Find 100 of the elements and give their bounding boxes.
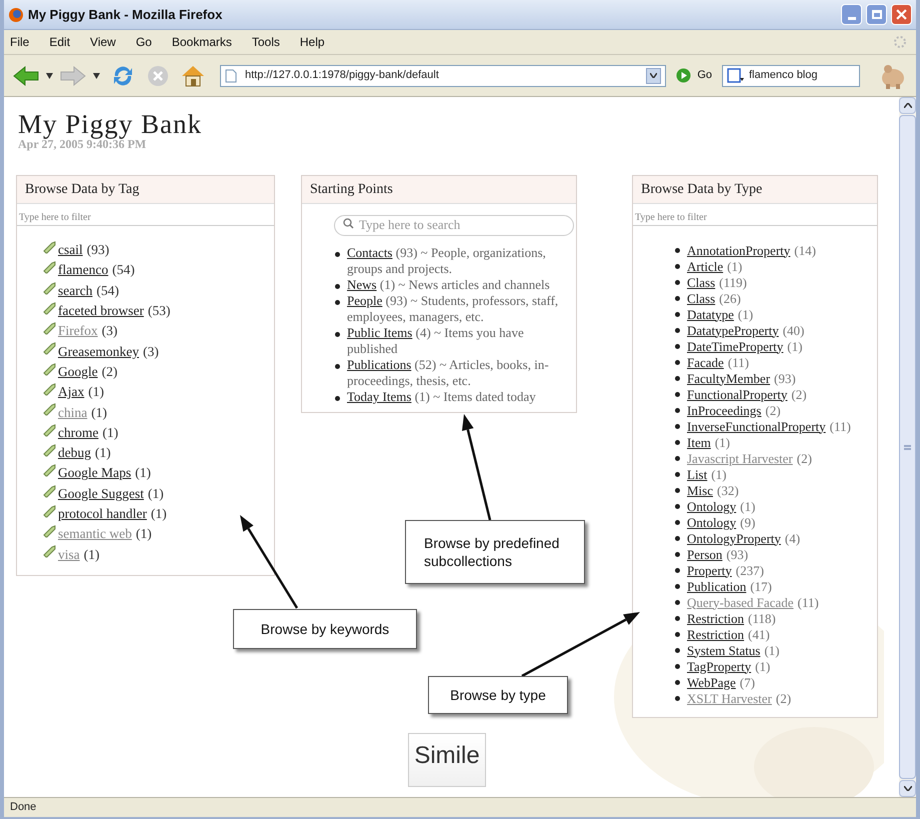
tag-icon [43, 302, 57, 315]
tag-icon [43, 342, 57, 356]
dropdown-caret-icon[interactable] [93, 72, 100, 78]
link[interactable]: Person [687, 546, 722, 562]
back-arrow-icon[interactable] [12, 64, 40, 86]
minimize-button[interactable] [841, 4, 862, 25]
link[interactable]: Ontology [687, 514, 736, 530]
menu-item[interactable]: View [88, 33, 118, 51]
menu-item[interactable]: Edit [47, 33, 72, 51]
link[interactable]: Class [687, 290, 716, 306]
count: (11) [728, 354, 749, 370]
link[interactable]: Misc [687, 482, 713, 498]
tag-icon [43, 525, 57, 538]
menu-item[interactable]: Bookmarks [170, 33, 234, 51]
page-icon [225, 68, 237, 82]
link[interactable]: Javascript Harvester [687, 450, 793, 466]
bullet-icon [675, 616, 680, 620]
bullet-icon [335, 364, 340, 369]
link[interactable]: Google Suggest [58, 484, 144, 503]
simile-logo: Simile [408, 733, 486, 787]
link[interactable]: AnnotationProperty [687, 242, 790, 258]
maximize-button[interactable] [866, 4, 887, 25]
link[interactable]: Greasemonkey [58, 342, 139, 361]
count: (237) [736, 562, 764, 578]
filter-field[interactable]: Type here to filter [633, 210, 877, 226]
link[interactable]: csail [58, 241, 83, 260]
tag-icon [43, 484, 57, 498]
link[interactable]: Google [58, 362, 98, 381]
link[interactable]: Ajax [58, 383, 84, 402]
bullet-icon [675, 456, 680, 460]
link[interactable]: Google Maps [58, 464, 132, 482]
maximize-icon [872, 10, 882, 19]
scroll-up-button[interactable] [899, 97, 916, 114]
link[interactable]: DateTimeProperty [687, 338, 784, 354]
link[interactable]: semantic web [58, 525, 132, 544]
count: (1) [88, 383, 104, 402]
link[interactable]: People [347, 293, 382, 308]
starting-point-text: News (1) ~ News articles and channels [347, 277, 550, 293]
count: (1) [135, 464, 151, 482]
link[interactable]: Firefox [58, 322, 98, 340]
link[interactable]: Article [687, 258, 724, 274]
link[interactable]: FacultyMember [687, 370, 770, 386]
link[interactable]: Facade [687, 354, 724, 370]
go-button[interactable]: Go [672, 67, 716, 84]
count: (1) [740, 498, 756, 514]
link[interactable]: XSLT Harvester [687, 690, 772, 706]
link[interactable]: search [58, 282, 92, 300]
link[interactable]: InverseFunctionalProperty [687, 418, 826, 434]
dropdown-button[interactable] [646, 68, 662, 84]
link[interactable]: debug [58, 444, 91, 462]
link[interactable]: Class [687, 274, 716, 290]
link[interactable]: Property [687, 562, 732, 578]
count: (1) [711, 466, 726, 482]
link[interactable]: protocol handler [58, 505, 147, 523]
link[interactable]: Restriction [687, 626, 744, 642]
menu-item[interactable]: Go [134, 33, 154, 51]
link[interactable]: Datatype [687, 306, 734, 322]
panel-heading: Starting Points [302, 176, 576, 204]
dropdown-caret-icon[interactable] [46, 72, 53, 78]
link[interactable]: Publications [347, 357, 412, 372]
link[interactable]: china [58, 404, 88, 422]
count: (1) [787, 338, 802, 354]
search-field[interactable]: Type here to search [334, 214, 574, 236]
link[interactable]: Public Items [347, 325, 412, 340]
link[interactable]: Ontology [687, 498, 736, 514]
link[interactable]: DatatypeProperty [687, 322, 779, 338]
link[interactable]: WebPage [687, 674, 736, 690]
panel-heading: Browse Data by Tag [17, 176, 274, 204]
filter-field[interactable]: Type here to filter [17, 210, 274, 226]
link[interactable]: System Status [687, 642, 760, 658]
link[interactable]: Contacts [347, 245, 392, 260]
close-button[interactable] [891, 4, 912, 25]
link[interactable]: Query-based Facade [687, 594, 794, 610]
link[interactable]: OntologyProperty [687, 530, 781, 546]
link[interactable]: InProceedings [687, 402, 762, 418]
link[interactable]: List [687, 466, 708, 482]
link[interactable]: faceted browser [58, 302, 144, 320]
bullet-icon [675, 392, 680, 396]
close-icon [896, 9, 907, 20]
link[interactable]: Today Items [347, 389, 412, 404]
link[interactable]: TagProperty [687, 658, 752, 674]
link[interactable]: visa [58, 546, 80, 564]
count: (11) [830, 418, 851, 434]
menu-item[interactable]: Help [298, 33, 327, 51]
link[interactable]: Item [687, 434, 711, 450]
bullet-icon [675, 584, 680, 588]
link[interactable]: chrome [58, 424, 98, 442]
menu-item[interactable]: File [8, 33, 32, 51]
scroll-down-button[interactable] [899, 780, 916, 797]
count: (41) [748, 626, 770, 642]
menu-item[interactable]: Tools [250, 33, 282, 51]
link[interactable]: FunctionalProperty [687, 386, 788, 402]
link[interactable]: flamenco [58, 261, 108, 280]
home-icon[interactable] [180, 64, 206, 88]
address-field[interactable]: http://127.0.0.1:1978/piggy-bank/default [220, 64, 666, 86]
bullet-icon [675, 472, 680, 476]
link[interactable]: Restriction [687, 610, 744, 626]
search-field[interactable]: flamenco blog [722, 64, 860, 86]
link[interactable]: News [347, 277, 377, 292]
link[interactable]: Publication [687, 578, 746, 594]
